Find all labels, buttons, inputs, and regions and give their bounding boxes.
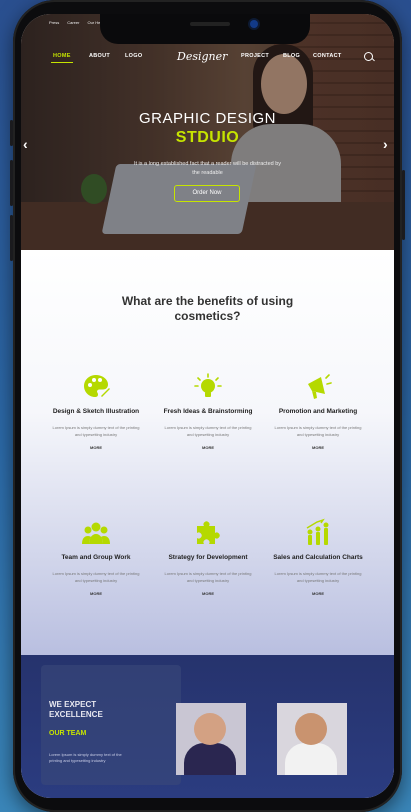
benefit-card: Team and Group Work Lorem Ipsum is simpl… [51, 518, 141, 596]
benefit-card: Fresh Ideas & Brainstorming Lorem Ipsum … [163, 372, 253, 450]
main-nav: HOME ABOUT LOGO Designer PROJECT BLOG CO… [21, 50, 394, 66]
photo-face [295, 713, 327, 745]
hero-title: GRAPHIC DESIGN [138, 110, 277, 127]
benefit-card: Promotion and Marketing Lorem Ipsum is s… [273, 372, 363, 450]
hero-subtitle: STDUIO [175, 129, 240, 146]
search-icon[interactable] [364, 52, 373, 61]
card-text: Lorem Ipsum is simply dummy text of the … [274, 425, 362, 437]
team-member-photo[interactable] [277, 703, 347, 775]
team-icon [82, 522, 110, 544]
mute-switch [10, 120, 13, 146]
card-text: Lorem Ipsum is simply dummy text of the … [164, 425, 252, 437]
card-title: Design & Sketch Illustration [52, 408, 140, 415]
front-camera [250, 20, 258, 28]
active-underline [51, 62, 73, 63]
card-text: Lorem Ipsum is simply dummy text of the … [52, 571, 140, 583]
lightbulb-icon [194, 373, 222, 397]
order-now-button[interactable]: Order Now [174, 185, 240, 202]
hero-description: It is a long established fact that a rea… [133, 161, 282, 176]
nav-item-blog[interactable]: BLOG [283, 53, 300, 59]
volume-down-button [10, 215, 13, 261]
laptop-background-image [41, 665, 181, 785]
photo-torso [285, 743, 337, 775]
top-link[interactable]: Career [67, 20, 79, 25]
team-text: Lorem Ipsum is simply dummy text of the … [49, 752, 122, 763]
top-link[interactable]: Press [49, 20, 59, 25]
team-heading: WE EXPECT EXCELLENCE [49, 700, 103, 719]
hero-section: Press Career Our He HOME ABOUT LOGO Desi… [21, 14, 394, 250]
top-link[interactable]: Our He [87, 20, 100, 25]
phone-notch [100, 14, 310, 44]
volume-up-button [10, 160, 13, 206]
more-link[interactable]: MORE [163, 591, 253, 596]
top-links: Press Career Our He [49, 20, 100, 25]
card-title: Sales and Calculation Charts [273, 554, 363, 561]
palette-icon [84, 375, 110, 397]
more-link[interactable]: MORE [163, 445, 253, 450]
card-text: Lorem Ipsum is simply dummy text of the … [274, 571, 362, 583]
more-link[interactable]: MORE [273, 591, 363, 596]
growth-icon [306, 518, 329, 545]
benefits-section: What are the benefits of using cosmetics… [21, 250, 394, 655]
team-section: WE EXPECT EXCELLENCE OUR TEAM Lorem Ipsu… [21, 655, 394, 798]
team-label: OUR TEAM [49, 730, 87, 737]
site-logo[interactable]: Designer [177, 50, 227, 63]
phone-screen: Press Career Our He HOME ABOUT LOGO Desi… [21, 14, 394, 798]
benefit-card: Design & Sketch Illustration Lorem Ipsum… [51, 372, 141, 450]
nav-item-about[interactable]: ABOUT [89, 53, 110, 59]
card-text: Lorem Ipsum is simply dummy text of the … [52, 425, 140, 437]
power-button [402, 170, 405, 240]
benefit-card: Sales and Calculation Charts Lorem Ipsum… [273, 518, 363, 596]
card-text: Lorem Ipsum is simply dummy text of the … [164, 571, 252, 583]
photo-face [194, 713, 226, 745]
speaker-grille [190, 22, 230, 26]
more-link[interactable]: MORE [273, 445, 363, 450]
more-link[interactable]: MORE [51, 445, 141, 450]
team-member-photo[interactable] [176, 703, 246, 775]
photo-torso [184, 743, 236, 775]
nav-item-logo[interactable]: LOGO [125, 53, 142, 59]
card-title: Promotion and Marketing [278, 408, 358, 415]
card-title: Fresh Ideas & Brainstorming [163, 408, 253, 415]
nav-item-project[interactable]: PROJECT [241, 53, 269, 59]
card-title: Team and Group Work [61, 554, 131, 561]
card-title: Strategy for Development [168, 554, 248, 561]
nav-item-home[interactable]: HOME [53, 53, 71, 59]
megaphone-icon [308, 374, 332, 399]
benefits-title: What are the benefits of using cosmetics… [121, 294, 294, 323]
nav-item-contact[interactable]: CONTACT [313, 53, 342, 59]
benefit-card: Strategy for Development Lorem Ipsum is … [163, 518, 253, 596]
more-link[interactable]: MORE [51, 591, 141, 596]
puzzle-icon [197, 521, 220, 544]
